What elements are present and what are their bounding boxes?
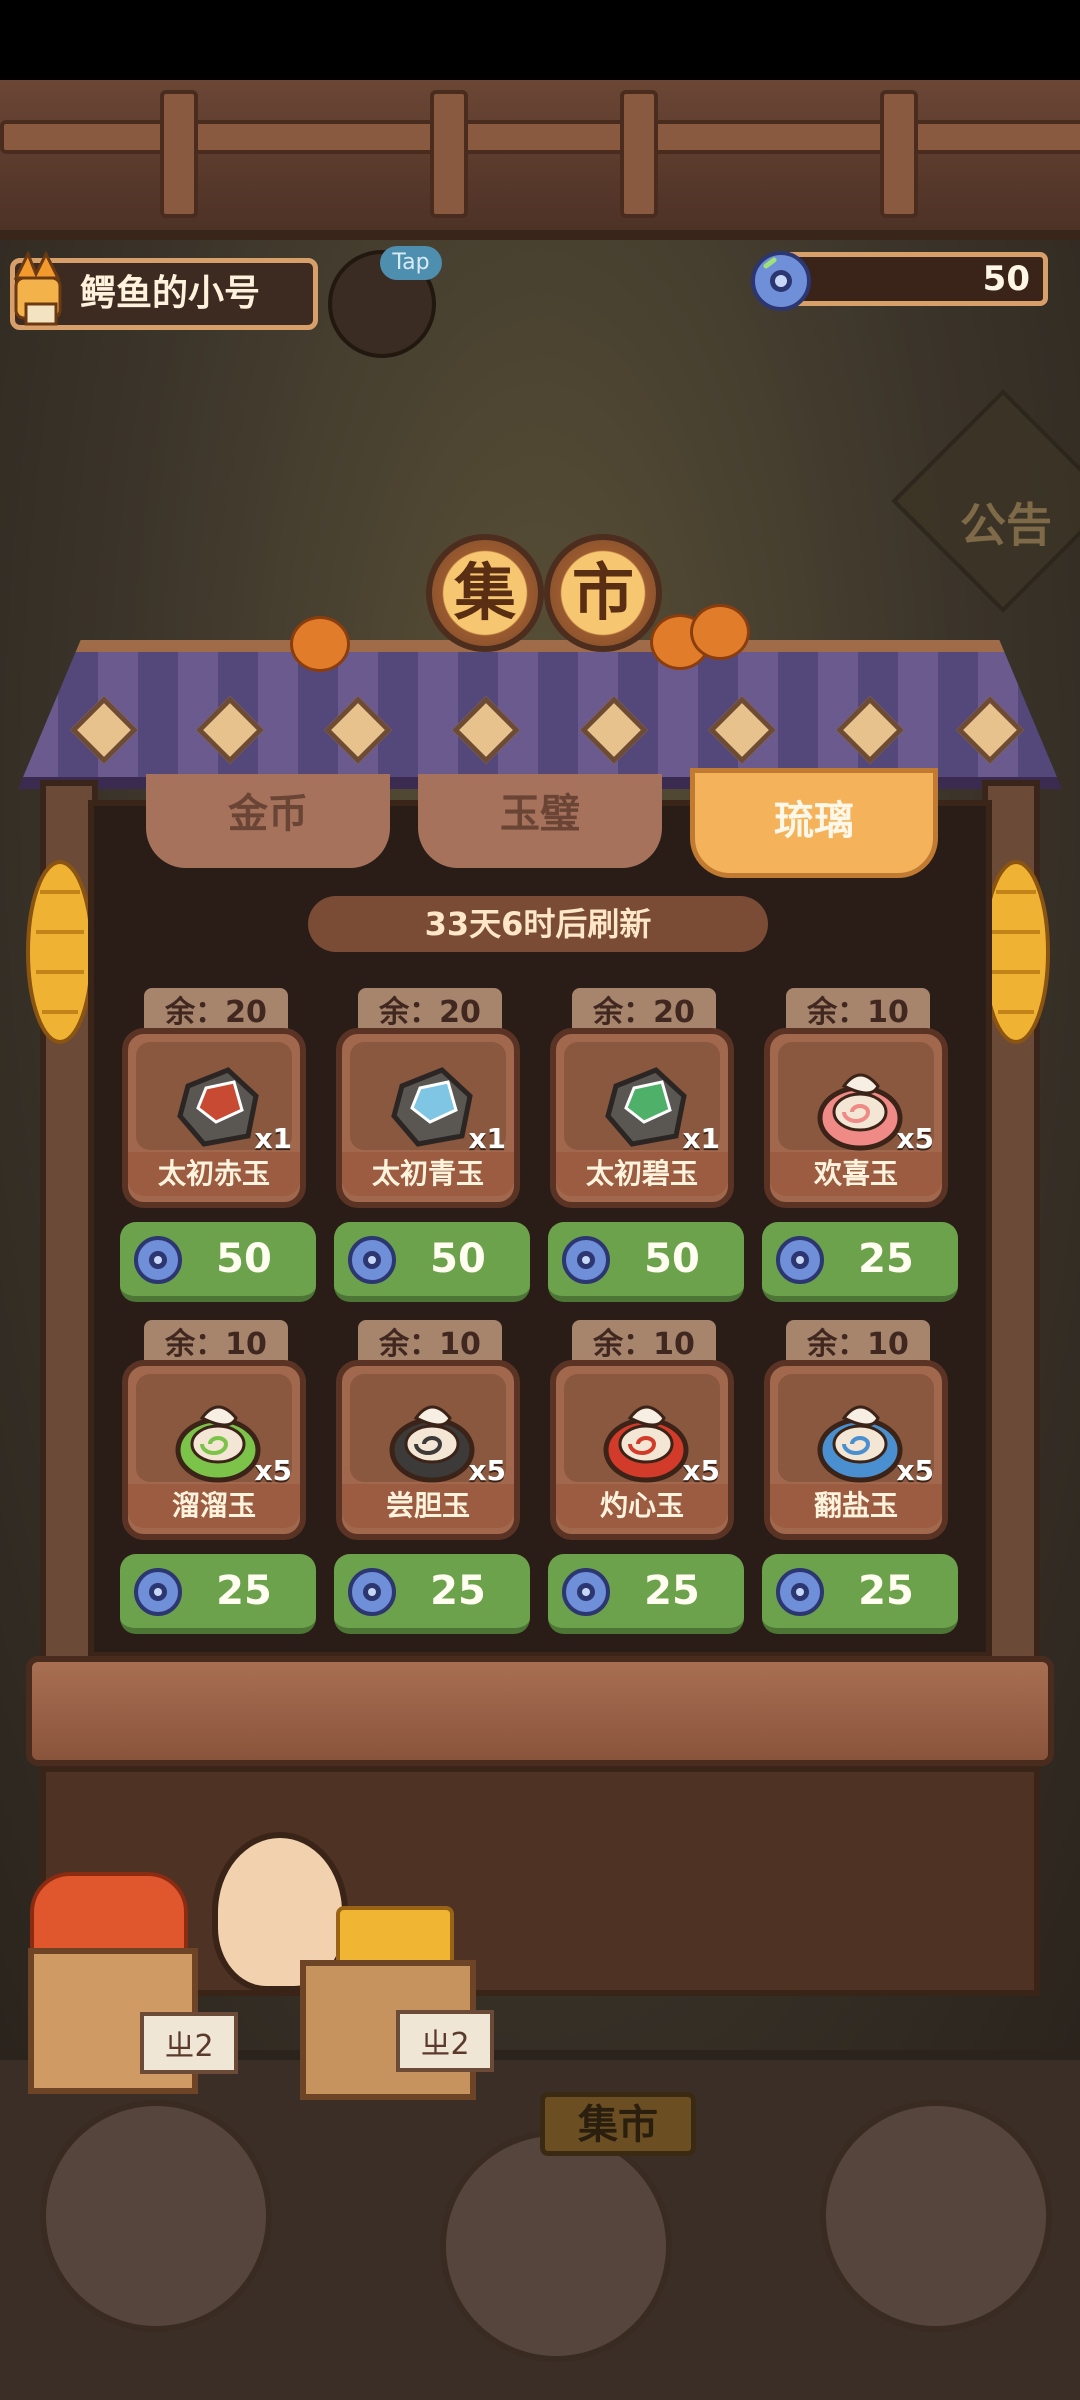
currency-value: 50 [982,259,1030,299]
market-title-char: 集 [453,556,516,629]
item-name: 尝胆玉 [342,1484,514,1528]
item-name: 欢喜玉 [770,1152,942,1196]
item-price: 25 [858,1236,914,1282]
glass-orb-icon [776,1568,824,1616]
tap-hint-label: Tap [380,246,442,280]
item-quantity: x1 [254,1122,292,1155]
item-price: 25 [858,1568,914,1614]
item-card[interactable]: x5 翻盐玉 [764,1360,948,1540]
green-spiral-jade-icon [175,1405,261,1483]
item-quantity: x5 [468,1454,506,1487]
item-quantity: x5 [254,1454,292,1487]
item-card[interactable]: x5 尝胆玉 [336,1360,520,1540]
item-card[interactable]: x5 灼心玉 [550,1360,734,1540]
market-title-char: 市 [571,556,634,629]
item-card[interactable]: x1 太初赤玉 [122,1028,306,1208]
item-quantity: x1 [468,1122,506,1155]
blue-spiral-jade-icon [817,1405,903,1483]
status-bar [0,0,1080,80]
item-name: 灼心玉 [556,1484,728,1528]
tab-jade-disc[interactable]: 玉璧 [418,774,662,868]
crate-price-sign: ㄓ2 [140,2012,238,2074]
player-name: 鳄鱼的小号 [80,273,261,314]
nav-button-center[interactable] [440,2130,672,2362]
item-price: 50 [430,1236,486,1282]
buy-button[interactable]: 25 [120,1554,316,1634]
black-spiral-jade-icon [389,1405,475,1483]
notice-label: 公告 [960,498,1052,552]
persimmon-icon [290,616,350,672]
wooden-beam-frame [0,80,1080,240]
item-price: 25 [216,1568,272,1614]
glass-orb-icon [134,1236,182,1284]
glass-orb-icon [562,1236,610,1284]
item-price: 25 [644,1568,700,1614]
nav-button-left[interactable] [40,2100,272,2332]
bottom-nav-market-label[interactable]: 集市 [540,2092,696,2156]
item-name: 太初青玉 [342,1152,514,1196]
item-quantity: x1 [682,1122,720,1155]
buy-button[interactable]: 25 [334,1554,530,1634]
item-price: 50 [644,1236,700,1282]
item-quantity: x5 [896,1122,934,1155]
oranges-icon [30,1872,188,1958]
buy-button[interactable]: 50 [120,1222,316,1302]
blue-crystal-stone-icon [391,1067,473,1147]
fox-avatar-icon[interactable] [6,248,76,332]
item-card[interactable]: x5 溜溜玉 [122,1360,306,1540]
red-stone-icon [177,1067,259,1147]
item-quantity: x5 [682,1454,720,1487]
item-card[interactable]: x1 太初碧玉 [550,1028,734,1208]
glass-orb-icon [348,1236,396,1284]
tab-gold-coin[interactable]: 金币 [146,774,390,868]
glass-orb-icon [348,1568,396,1616]
stall-counter-top [26,1656,1054,1766]
tab-glaze[interactable]: 琉璃 [690,768,938,878]
glass-orb-icon [751,251,811,311]
item-name: 翻盐玉 [770,1484,942,1528]
pink-spiral-jade-icon [817,1073,903,1151]
item-card[interactable]: x1 太初青玉 [336,1028,520,1208]
item-card[interactable]: x5 欢喜玉 [764,1028,948,1208]
red-spiral-jade-icon [603,1405,689,1483]
green-jade-stone-icon [605,1067,687,1147]
refresh-timer: 33天6时后刷新 [308,896,768,952]
market-roof [18,640,1062,789]
buy-button[interactable]: 25 [762,1222,958,1302]
glass-orb-icon [776,1236,824,1284]
basket-price-sign: ㄓ2 [396,2010,494,2072]
item-price: 25 [430,1568,486,1614]
nav-button-right[interactable] [820,2100,1052,2332]
glass-orb-icon [562,1568,610,1616]
buy-button[interactable]: 25 [548,1554,744,1634]
item-name: 太初赤玉 [128,1152,300,1196]
item-price: 50 [216,1236,272,1282]
item-name: 太初碧玉 [556,1152,728,1196]
buy-button[interactable]: 50 [334,1222,530,1302]
item-quantity: x5 [896,1454,934,1487]
persimmon-icon [690,604,750,660]
buy-button[interactable]: 25 [762,1554,958,1634]
item-name: 溜溜玉 [128,1484,300,1528]
glass-orb-icon [134,1568,182,1616]
buy-button[interactable]: 50 [548,1222,744,1302]
